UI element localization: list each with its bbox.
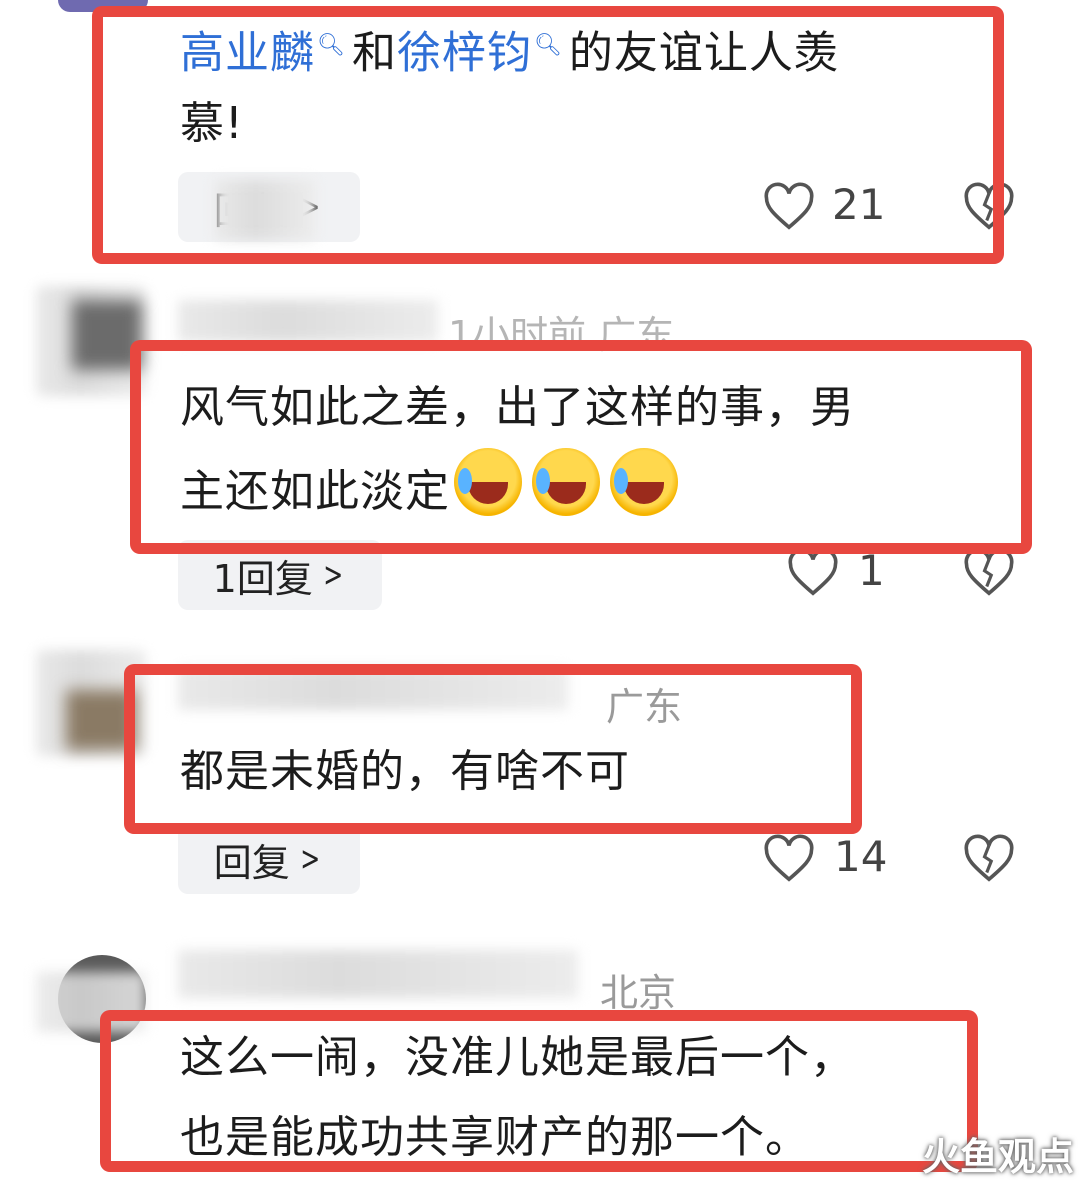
chevron-right-icon: > — [300, 839, 320, 879]
watermark: 火鱼观点 — [922, 1135, 1075, 1179]
broken-heart-icon[interactable] — [962, 834, 1016, 884]
username-pixelated — [178, 950, 578, 998]
highlight-box — [92, 6, 1004, 264]
comment-4-meta: 北京 — [600, 971, 677, 1015]
username-pixelated — [178, 300, 438, 342]
chevron-right-icon: > — [323, 555, 344, 595]
like-count: 14 — [834, 832, 888, 881]
highlight-box — [100, 1010, 978, 1172]
highlight-box — [124, 664, 862, 834]
heart-icon[interactable] — [762, 834, 816, 884]
reply-label: 回复 — [213, 840, 290, 885]
heart-icon[interactable] — [786, 548, 840, 598]
reply-button[interactable]: 回复 > — [178, 824, 360, 894]
reply-label: 1回复 — [212, 556, 313, 601]
broken-heart-icon[interactable] — [962, 548, 1016, 598]
highlight-box — [130, 340, 1032, 554]
